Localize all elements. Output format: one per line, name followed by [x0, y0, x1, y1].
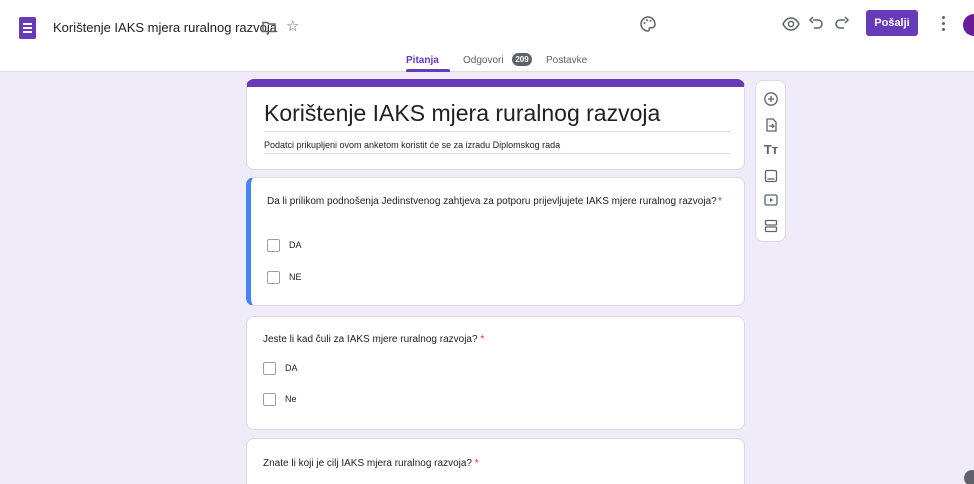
checkbox[interactable]: [263, 362, 276, 375]
avatar[interactable]: [963, 14, 974, 36]
add-image-icon[interactable]: [763, 168, 779, 184]
question-card[interactable]: Jeste li kad čuli za IAKS mjere ruralnog…: [246, 316, 745, 430]
required-asterisk: *: [718, 196, 722, 207]
preview-icon[interactable]: [781, 14, 801, 34]
form-title[interactable]: Korištenje IAKS mjera ruralnog razvoja: [264, 100, 660, 127]
question-text[interactable]: Znate li koji je cilj IAKS mjera ruralno…: [263, 457, 479, 471]
redo-icon[interactable]: [832, 14, 852, 34]
document-title[interactable]: Korištenje IAKS mjera ruralnog razvoja: [53, 20, 277, 35]
folder-icon[interactable]: [262, 21, 276, 33]
top-bar: Korištenje IAKS mjera ruralnog razvoja ☆…: [0, 0, 974, 72]
responses-count-badge: 209: [512, 53, 532, 66]
help-icon[interactable]: [964, 470, 974, 484]
checkbox[interactable]: [267, 239, 280, 252]
active-tab-indicator: [406, 69, 450, 72]
add-question-icon[interactable]: [763, 91, 779, 107]
question-card[interactable]: Da li prilikom podnošenja Jedinstvenog z…: [246, 177, 745, 306]
more-vert-icon[interactable]: [941, 16, 945, 32]
add-section-icon[interactable]: [763, 218, 779, 234]
tab-questions[interactable]: Pitanja: [406, 55, 439, 66]
import-questions-icon[interactable]: [763, 117, 779, 133]
option-label: NE: [289, 272, 302, 282]
question-text[interactable]: Jeste li kad čuli za IAKS mjere ruralnog…: [263, 333, 484, 347]
palette-icon[interactable]: [638, 14, 658, 34]
star-icon[interactable]: ☆: [286, 17, 299, 37]
form-description[interactable]: Podatci prikupljeni ovom anketom koristi…: [264, 140, 560, 150]
title-divider: [264, 131, 730, 132]
add-video-icon[interactable]: [763, 192, 779, 208]
tab-settings[interactable]: Postavke: [546, 55, 587, 66]
checkbox[interactable]: [263, 393, 276, 406]
form-title-card[interactable]: Korištenje IAKS mjera ruralnog razvoja P…: [246, 79, 745, 170]
forms-app-icon[interactable]: [19, 17, 36, 39]
option-label: Ne: [285, 394, 297, 404]
undo-icon[interactable]: [806, 14, 826, 34]
option-label: DA: [289, 240, 302, 250]
required-asterisk: *: [480, 334, 485, 345]
option-label: DA: [285, 363, 298, 373]
question-card[interactable]: Znate li koji je cilj IAKS mjera ruralno…: [246, 438, 745, 484]
tab-responses[interactable]: Odgovori: [463, 55, 504, 66]
checkbox[interactable]: [267, 271, 280, 284]
required-asterisk: *: [474, 458, 479, 469]
description-divider: [264, 153, 730, 154]
add-title-icon[interactable]: Tт: [763, 142, 779, 158]
question-toolbar: Tт: [755, 80, 786, 242]
send-button[interactable]: Pošalji: [866, 10, 918, 36]
question-text[interactable]: Da li prilikom podnošenja Jedinstvenog z…: [267, 195, 727, 209]
